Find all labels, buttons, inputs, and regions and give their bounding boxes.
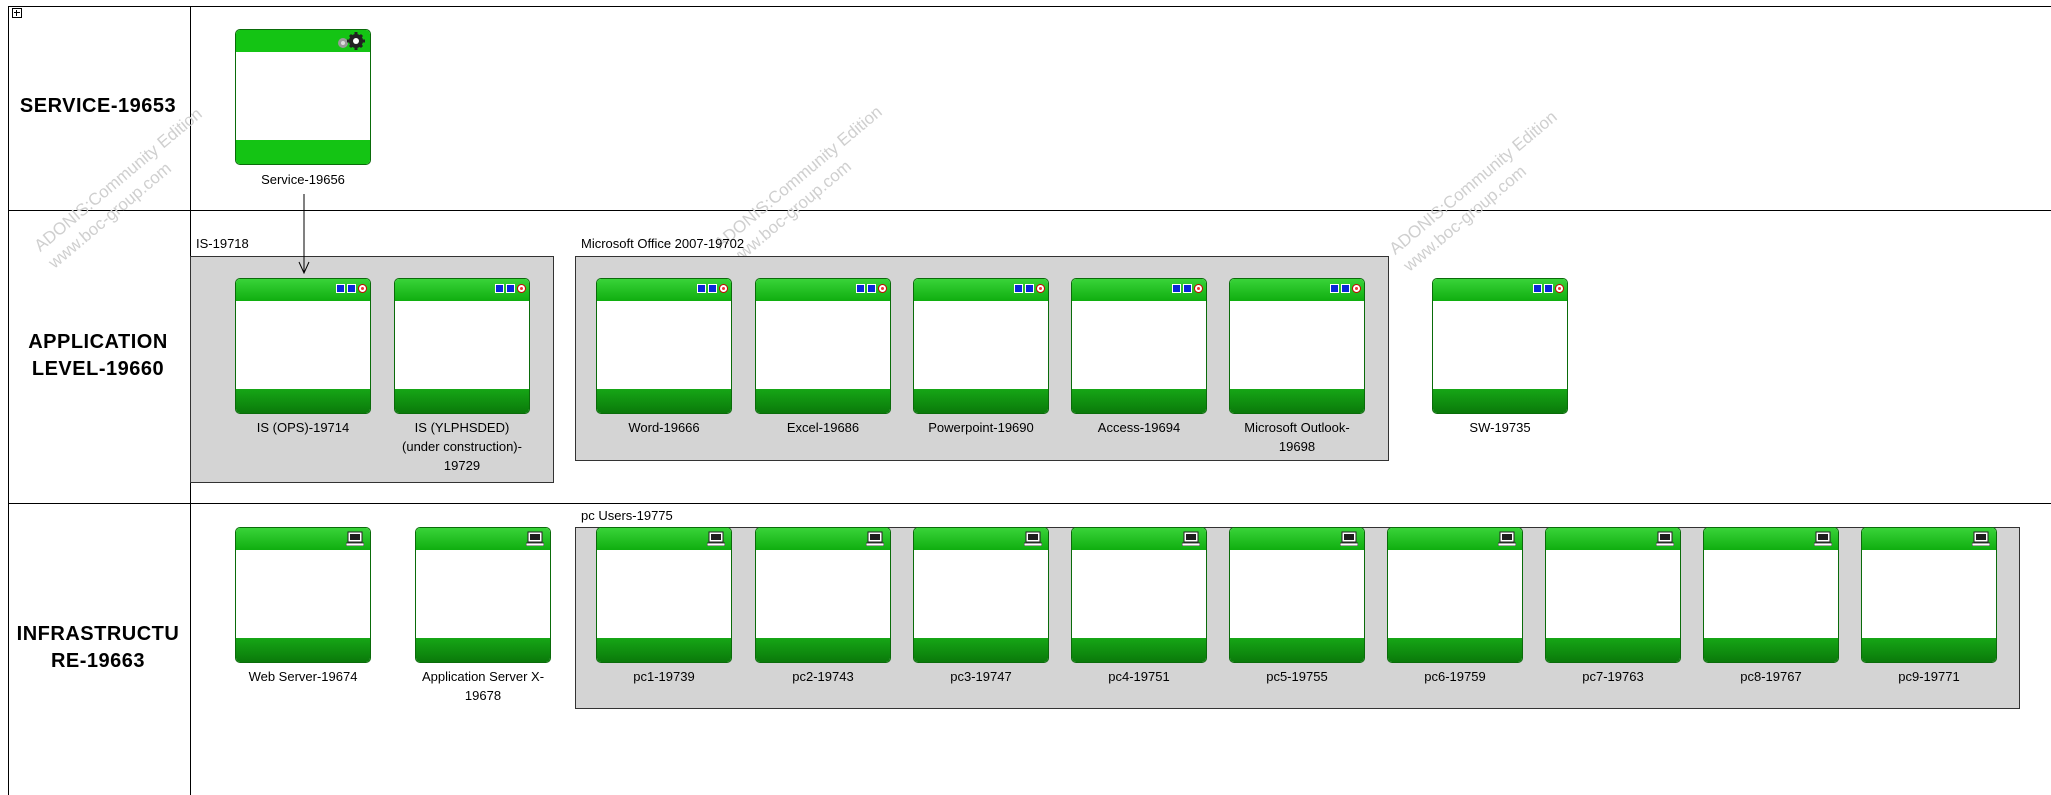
watermark: ADONIS:Community Edition www.boc-group.c…: [1385, 107, 1561, 276]
lane-label-infrastructure: INFRASTRUCTU RE-19663: [16, 623, 180, 672]
relation-arrow[interactable]: [296, 194, 312, 274]
service-label: Service-19656: [261, 172, 345, 187]
application-status-icon: [1330, 284, 1361, 293]
infrastructure-label: Web Server-19674: [248, 669, 358, 684]
application-object[interactable]: [235, 278, 371, 414]
infrastructure-object[interactable]: [1861, 527, 1997, 663]
watermark: ADONIS:Community Edition www.boc-group.c…: [30, 104, 206, 273]
computer-icon: [1182, 531, 1200, 546]
application-object[interactable]: [596, 278, 732, 414]
computer-icon: [526, 531, 544, 546]
group-label-is: IS-19718: [196, 236, 249, 251]
computer-icon: [1972, 531, 1990, 546]
application-object[interactable]: [394, 278, 530, 414]
lane-border-top: [8, 6, 2051, 7]
application-status-icon: [856, 284, 887, 293]
group-label-pc-users: pc Users-19775: [581, 508, 673, 523]
computer-icon: [1024, 531, 1042, 546]
application-status-icon: [1172, 284, 1203, 293]
computer-icon: [1340, 531, 1358, 546]
infrastructure-label: pc9-19771: [1898, 669, 1960, 684]
application-status-icon: [697, 284, 728, 293]
application-object[interactable]: [1432, 278, 1568, 414]
infrastructure-object[interactable]: [1071, 527, 1207, 663]
computer-icon: [1656, 531, 1674, 546]
infrastructure-object[interactable]: [1229, 527, 1365, 663]
infrastructure-label: Application Server X- 19678: [421, 669, 545, 703]
group-label-microsoft-office: Microsoft Office 2007-19702: [581, 236, 745, 251]
lane-label-application: APPLICATION LEVEL-19660: [28, 331, 168, 380]
infrastructure-object[interactable]: [1703, 527, 1839, 663]
gear-icon: [338, 32, 365, 50]
infrastructure-object[interactable]: [235, 527, 371, 663]
lane-label-service: SERVICE-19653: [19, 95, 177, 117]
infrastructure-object[interactable]: [913, 527, 1049, 663]
infrastructure-object[interactable]: [596, 527, 732, 663]
application-object[interactable]: [913, 278, 1049, 414]
application-object[interactable]: [1229, 278, 1365, 414]
computer-icon: [707, 531, 725, 546]
application-label: IS (YLPHSDED) (under construction)- 1972…: [402, 420, 522, 473]
lane-divider-service: [8, 210, 2051, 211]
application-status-icon: [336, 284, 367, 293]
application-status-icon: [495, 284, 526, 293]
infrastructure-object[interactable]: [755, 527, 891, 663]
computer-icon: [866, 531, 884, 546]
expand-toggle-icon[interactable]: [12, 8, 22, 18]
application-status-icon: [1014, 284, 1045, 293]
application-status-icon: [1533, 284, 1564, 293]
application-label: SW-19735: [1469, 420, 1531, 435]
computer-icon: [1814, 531, 1832, 546]
lane-divider-application: [8, 503, 2051, 504]
infrastructure-object[interactable]: [1387, 527, 1523, 663]
application-label: Microsoft Outlook- 19698: [1244, 420, 1350, 454]
computer-icon: [1498, 531, 1516, 546]
application-object[interactable]: [755, 278, 891, 414]
service-object[interactable]: [235, 29, 371, 165]
infrastructure-object[interactable]: [415, 527, 551, 663]
lane-border-left: [8, 6, 9, 795]
infrastructure-object[interactable]: [1545, 527, 1681, 663]
application-object[interactable]: [1071, 278, 1207, 414]
computer-icon: [346, 531, 364, 546]
